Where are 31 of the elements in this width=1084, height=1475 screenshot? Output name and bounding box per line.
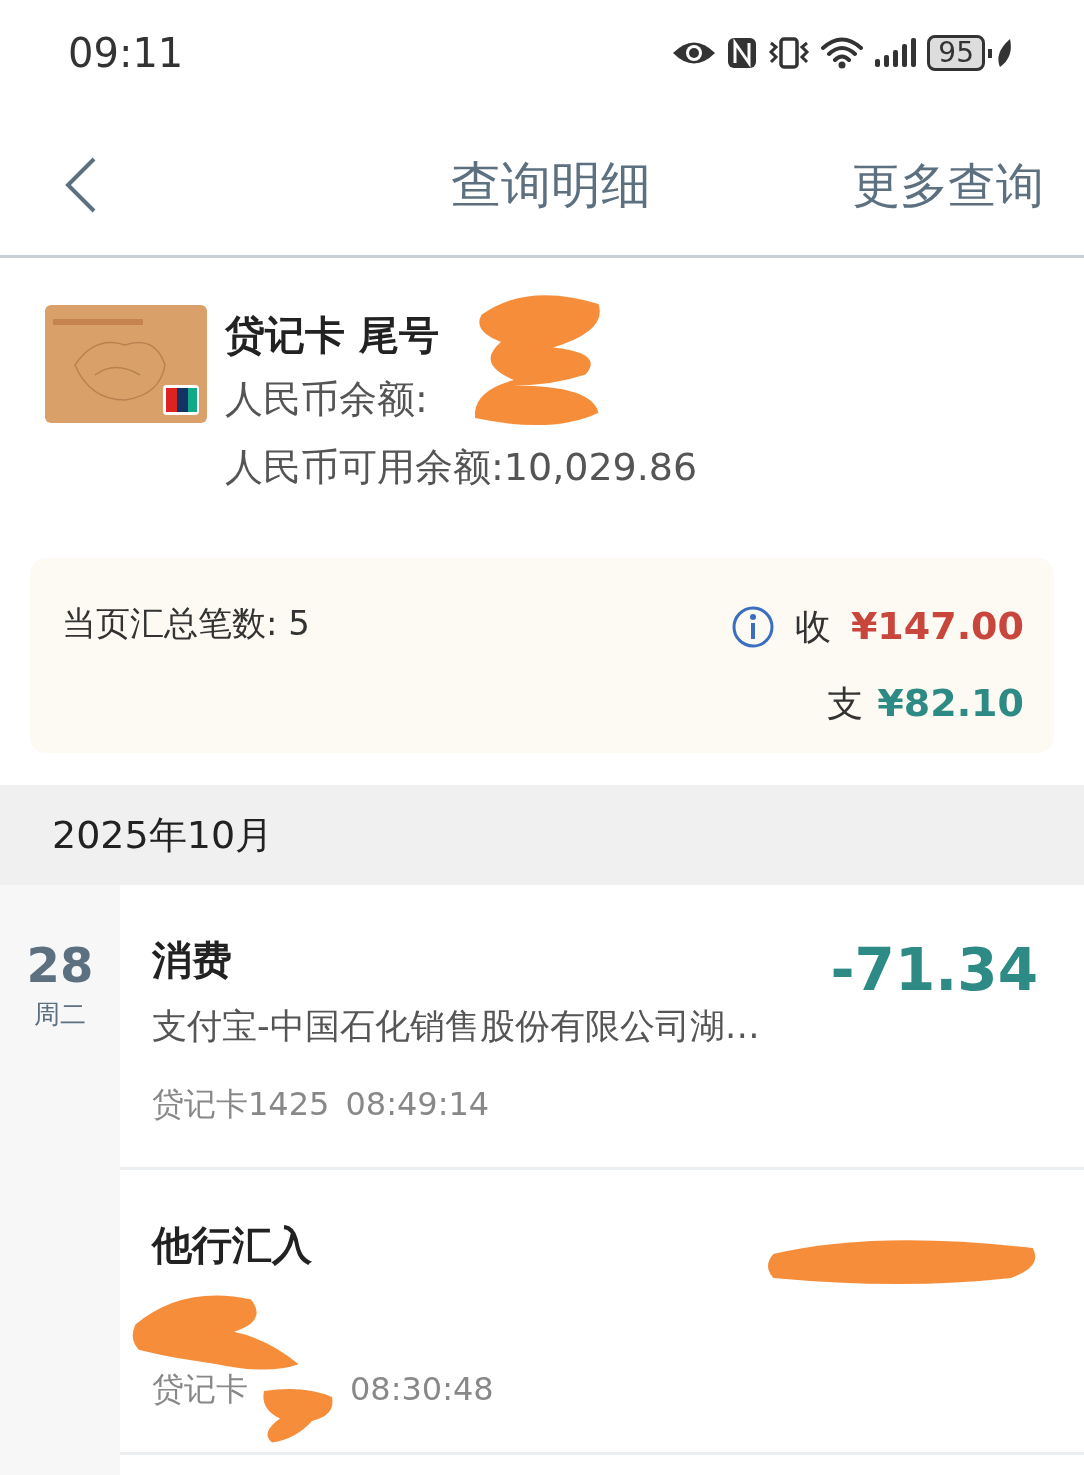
income-amount: ¥147.00	[850, 603, 1024, 650]
transaction-row[interactable]: 消费 支付宝-中国石化销售股份有限公司湖… 贷记卡1425 08:49:14 -71.34	[120, 885, 1084, 1170]
day-number: 28	[26, 936, 94, 995]
weekday: 周二	[34, 998, 86, 1031]
balance-label: 人民币余额:	[225, 375, 428, 423]
signal-icon	[873, 36, 918, 69]
transaction-amount: -71.34	[830, 935, 1038, 1006]
transaction-row[interactable]: 他行汇入 贷记卡 08:30:48	[120, 1170, 1084, 1455]
transaction-time: 08:30:48	[350, 1369, 494, 1410]
transaction-description: 支付宝-中国石化销售股份有限公司湖…	[152, 1005, 760, 1048]
card-name: 贷记卡 尾号	[225, 311, 439, 360]
transaction-time: 08:49:14	[345, 1084, 490, 1125]
page-title: 查询明细	[451, 154, 651, 216]
nfc-icon	[727, 36, 758, 69]
info-icon[interactable]	[730, 604, 775, 649]
month-header: 2025年10月	[0, 785, 1084, 885]
income-label: 收	[794, 604, 831, 649]
page-count-summary: 当页汇总笔数: 5	[62, 602, 310, 645]
transaction-title: 他行汇入	[152, 1221, 313, 1270]
wifi-icon	[821, 36, 864, 69]
available-balance: 人民币可用余额:10,029.86	[225, 443, 698, 491]
card-number: 贷记卡	[152, 1369, 248, 1410]
vibrate-icon	[767, 36, 812, 69]
expense-label: 支	[827, 681, 864, 726]
card-number: 贷记卡1425	[152, 1084, 330, 1125]
expense-amount: ¥82.10	[877, 680, 1024, 727]
more-query-button[interactable]: 更多查询	[852, 149, 1044, 221]
battery-level: 95	[927, 34, 985, 71]
leaf-icon	[988, 36, 1014, 69]
transaction-title: 消费	[152, 936, 233, 985]
status-time: 09:11	[68, 28, 184, 78]
